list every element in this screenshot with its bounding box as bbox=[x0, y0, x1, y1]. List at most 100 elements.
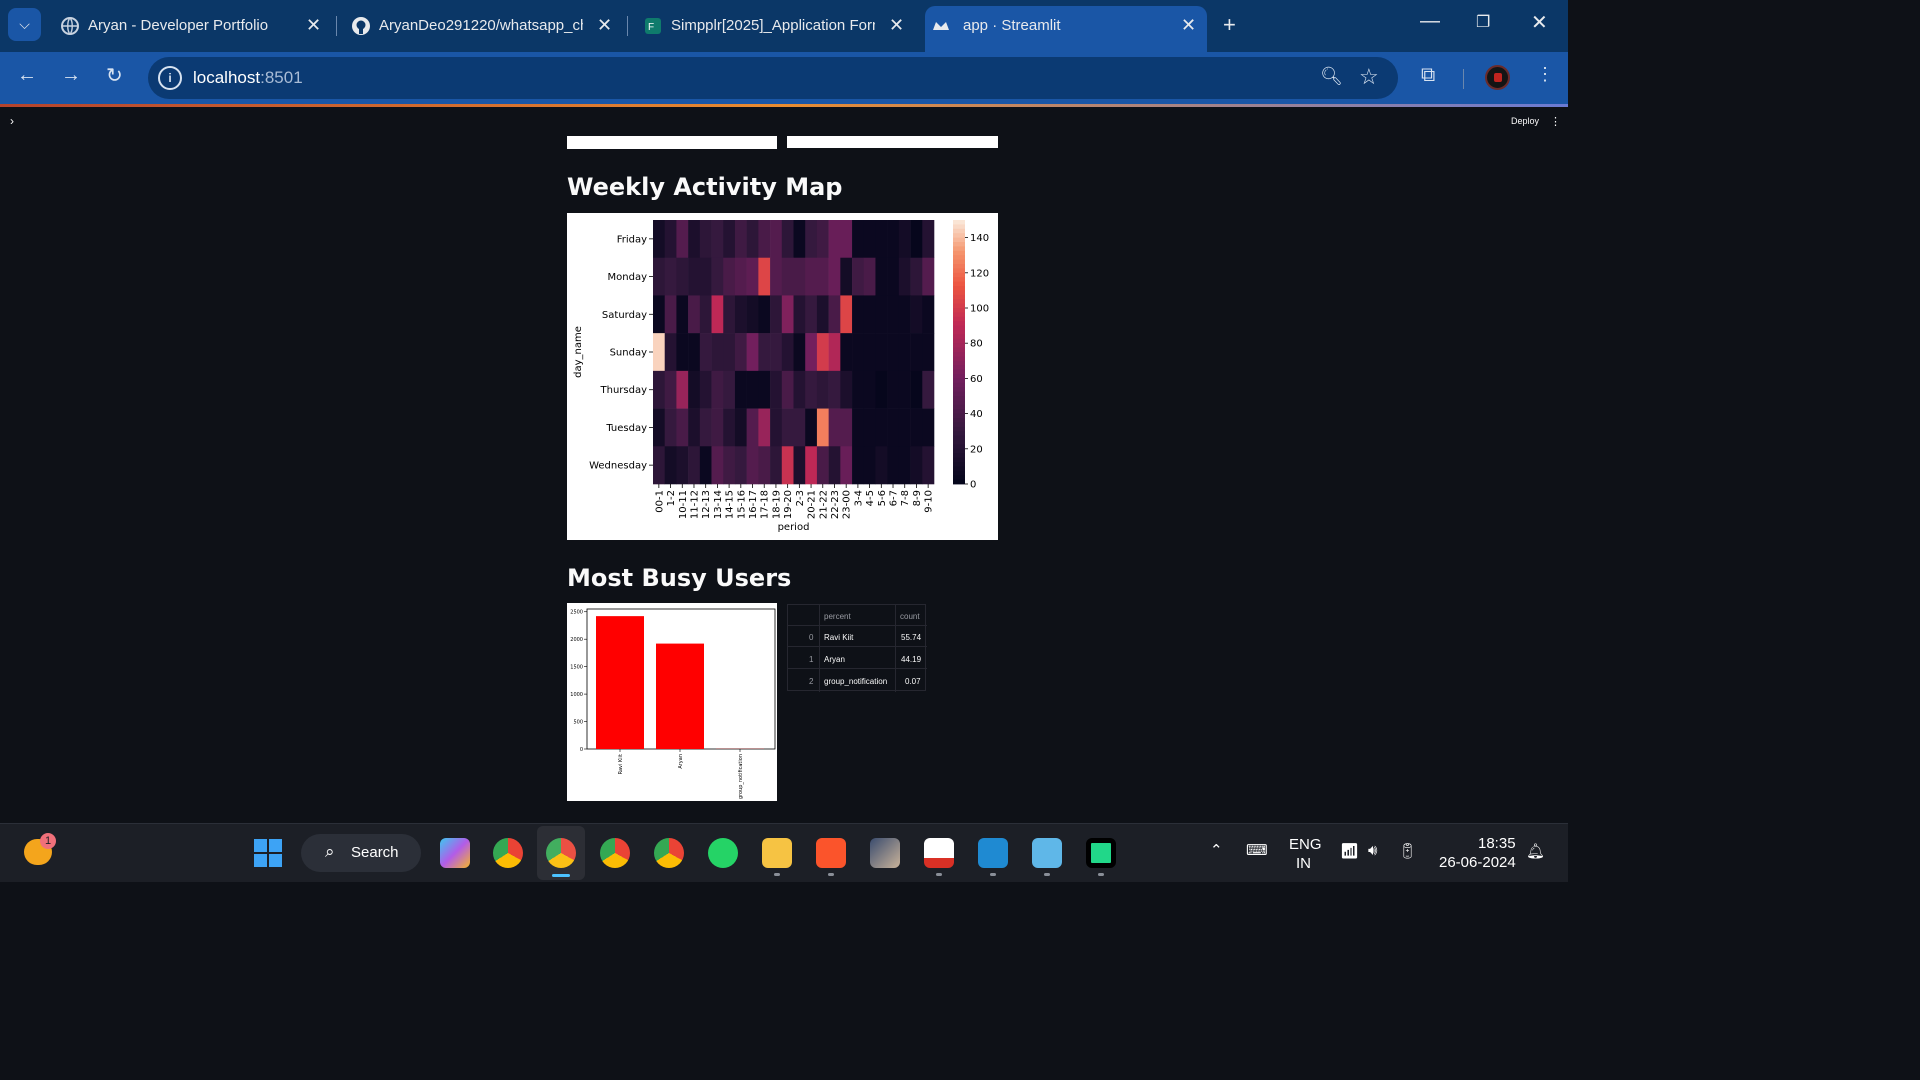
brave-icon[interactable] bbox=[816, 838, 846, 868]
file-explorer-icon[interactable] bbox=[762, 838, 792, 868]
chrome-profile-a-icon[interactable] bbox=[493, 838, 523, 868]
widgets-icon[interactable]: 1 bbox=[24, 833, 56, 865]
colorbar-tick-label: 0 bbox=[970, 480, 976, 491]
colorbar-segment bbox=[953, 321, 965, 326]
back-icon[interactable]: ← bbox=[17, 64, 37, 87]
heatmap-cell bbox=[922, 220, 935, 259]
bookmark-star-icon[interactable]: ☆ bbox=[1359, 64, 1379, 90]
window-close-icon[interactable]: ✕ bbox=[1531, 10, 1548, 35]
colorbar-segment bbox=[953, 431, 965, 436]
heatmap-cell bbox=[781, 446, 794, 485]
browser-tab-strip: ⌵ Aryan - Developer Portfolio ✕ AryanDeo… bbox=[0, 0, 1568, 52]
y-tick-label: Sunday bbox=[610, 348, 647, 359]
show-hidden-icons-icon[interactable]: ⌃ bbox=[1210, 841, 1223, 859]
tab-title: Aryan - Developer Portfolio bbox=[88, 17, 269, 34]
colorbar-segment bbox=[953, 325, 965, 331]
tab-title: Simpplr[2025]_Application Forn bbox=[671, 17, 875, 34]
site-info-icon[interactable]: i bbox=[158, 66, 182, 90]
tab-forms[interactable]: F Simpplr[2025]_Application Forn ✕ bbox=[637, 6, 915, 46]
bar bbox=[656, 643, 704, 749]
heatmap-cell bbox=[852, 220, 865, 259]
close-icon[interactable]: ✕ bbox=[306, 15, 321, 36]
wifi-icon[interactable]: 📶︎ bbox=[1340, 842, 1359, 860]
colorbar-segment bbox=[953, 316, 965, 322]
pycharm-icon[interactable] bbox=[1086, 838, 1116, 868]
main-menu-icon[interactable]: ⋮ bbox=[1550, 115, 1561, 128]
taskbar-search[interactable]: ⌕ Search bbox=[301, 834, 421, 872]
heatmap-cell bbox=[805, 257, 818, 296]
photo-app-icon[interactable] bbox=[870, 838, 900, 868]
battery-icon[interactable]: 🔋︎ bbox=[1398, 842, 1417, 860]
url-host: localhost bbox=[193, 68, 261, 87]
busy-users-dataframe[interactable]: percent count 0 Ravi Kiit 55.74 1 Aryan … bbox=[787, 604, 927, 692]
heatmap-cell bbox=[887, 370, 900, 409]
notepad-icon[interactable] bbox=[1032, 838, 1062, 868]
start-icon[interactable] bbox=[254, 839, 282, 867]
tab-portfolio[interactable]: Aryan - Developer Portfolio ✕ bbox=[54, 6, 332, 46]
reload-icon[interactable]: ↻ bbox=[106, 63, 123, 88]
whatsapp-icon[interactable] bbox=[708, 838, 738, 868]
chrome-profile-b-icon[interactable] bbox=[654, 838, 684, 868]
tab-search-button[interactable]: ⌵ bbox=[8, 8, 41, 41]
heatmap-cell bbox=[887, 220, 900, 259]
colorbar-segment bbox=[953, 286, 965, 291]
heatmap-cell bbox=[734, 408, 747, 447]
language-top[interactable]: ENG bbox=[1289, 836, 1322, 853]
heatmap-cell bbox=[664, 370, 677, 409]
heatmap-cell bbox=[746, 333, 759, 372]
pdf-reader-icon[interactable] bbox=[924, 838, 954, 868]
heatmap-cell bbox=[828, 446, 841, 485]
heatmap-cell bbox=[875, 220, 888, 259]
language-bottom[interactable]: IN bbox=[1296, 855, 1311, 872]
y-tick-label: 2500 bbox=[570, 610, 583, 616]
clock-time[interactable]: 18:35 bbox=[1478, 835, 1516, 852]
heatmap-cell bbox=[688, 333, 701, 372]
x-tick-label: 11-12 bbox=[689, 490, 700, 519]
clock-date[interactable]: 26-06-2024 bbox=[1439, 854, 1516, 871]
vscode-icon[interactable] bbox=[978, 838, 1008, 868]
bar bbox=[596, 616, 644, 749]
colorbar-segment bbox=[953, 479, 965, 485]
close-icon[interactable]: ✕ bbox=[1181, 15, 1196, 36]
restore-icon[interactable]: ❐ bbox=[1476, 12, 1490, 32]
table-row[interactable]: 1 Aryan 44.19 bbox=[788, 648, 927, 669]
address-bar[interactable]: i localhost:8501 🔍︎ ☆ bbox=[148, 57, 1398, 99]
heatmap-cell bbox=[793, 370, 806, 409]
tab-streamlit[interactable]: app · Streamlit ✕ bbox=[925, 6, 1207, 52]
volume-icon[interactable]: 🔊︎ bbox=[1368, 842, 1377, 859]
deploy-button[interactable]: Deploy bbox=[1511, 116, 1539, 126]
heatmap-cell bbox=[653, 370, 666, 409]
table-row[interactable]: 2 group_notification 0.07 bbox=[788, 670, 927, 691]
heatmap-cell bbox=[816, 446, 829, 485]
keyboard-icon[interactable]: ⌨ bbox=[1246, 841, 1268, 859]
notifications-icon[interactable]: 🔔︎ bbox=[1526, 842, 1545, 860]
zoom-icon[interactable]: 🔍︎ bbox=[1320, 66, 1343, 87]
y-tick-label: 1500 bbox=[570, 665, 583, 671]
x-tick-label: 12-13 bbox=[701, 490, 712, 519]
colorbar-tick-label: 100 bbox=[970, 304, 989, 315]
heatmap-cell bbox=[664, 295, 677, 334]
heatmap-cell bbox=[875, 333, 888, 372]
column-header-count[interactable]: count bbox=[900, 612, 920, 621]
profile-avatar[interactable] bbox=[1485, 65, 1510, 90]
extensions-icon[interactable]: ⧉ bbox=[1421, 64, 1435, 87]
table-row[interactable]: 0 Ravi Kiit 55.74 bbox=[788, 626, 927, 647]
colorbar-segment bbox=[953, 453, 965, 458]
forward-icon[interactable]: → bbox=[61, 64, 81, 87]
close-icon[interactable]: ✕ bbox=[889, 15, 904, 36]
column-header-percent[interactable]: percent bbox=[824, 612, 851, 621]
heatmap-cell bbox=[653, 408, 666, 447]
sidebar-expand-icon[interactable]: › bbox=[10, 114, 14, 128]
chrome-profile-icon[interactable] bbox=[600, 838, 630, 868]
minimize-icon[interactable]: — bbox=[1420, 10, 1440, 33]
heatmap-cell bbox=[875, 370, 888, 409]
more-menu-icon[interactable]: ⋮ bbox=[1536, 64, 1554, 85]
tab-github[interactable]: AryanDeo291220/whatsapp_cha ✕ bbox=[345, 6, 623, 46]
colorbar-segment bbox=[953, 242, 965, 247]
copilot-icon[interactable] bbox=[440, 838, 470, 868]
heatmap-cell bbox=[793, 257, 806, 296]
close-icon[interactable]: ✕ bbox=[597, 15, 612, 36]
heatmap-cell bbox=[828, 408, 841, 447]
new-tab-icon[interactable]: + bbox=[1223, 12, 1236, 38]
x-tick-label: 23-00 bbox=[842, 490, 853, 519]
